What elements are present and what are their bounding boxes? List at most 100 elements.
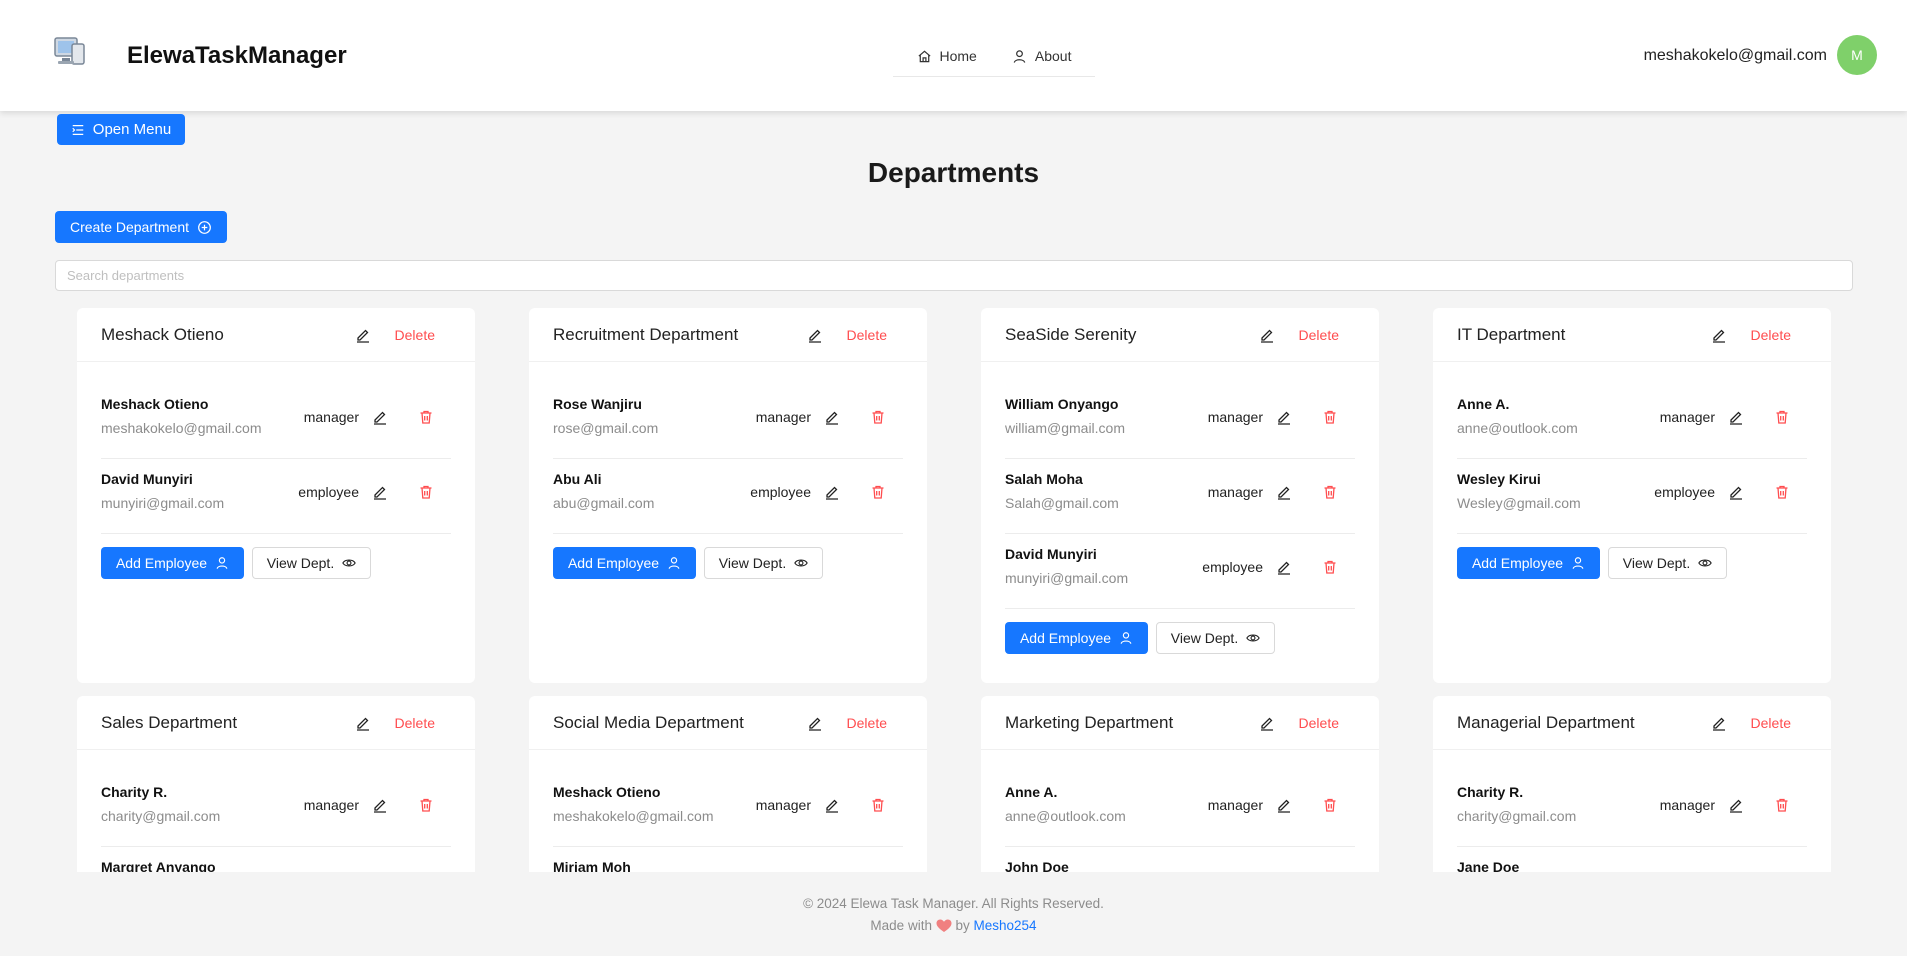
- department-name: Marketing Department: [1005, 712, 1174, 732]
- employee-role: manager: [303, 409, 359, 425]
- nav-item-about[interactable]: About: [1012, 48, 1072, 64]
- trash-icon[interactable]: [1322, 559, 1338, 575]
- trash-icon[interactable]: [1774, 797, 1790, 813]
- delete-department-button[interactable]: Delete: [395, 327, 435, 343]
- employee-email: munyiri@gmail.com: [1005, 570, 1129, 586]
- add-employee-button[interactable]: Add Employee: [101, 547, 244, 579]
- edit-icon[interactable]: [824, 409, 840, 425]
- trash-icon[interactable]: [418, 409, 434, 425]
- search-input[interactable]: [55, 260, 1853, 291]
- trash-icon[interactable]: [1774, 409, 1790, 425]
- edit-icon[interactable]: [372, 484, 388, 500]
- author-link[interactable]: Mesho254: [974, 918, 1037, 933]
- edit-icon[interactable]: [807, 327, 823, 343]
- department-card: Social Media Department Delete Meshack O…: [529, 696, 927, 872]
- edit-icon[interactable]: [1276, 559, 1292, 575]
- trash-icon[interactable]: [870, 797, 886, 813]
- delete-department-button[interactable]: Delete: [1299, 715, 1339, 731]
- edit-icon[interactable]: [1711, 327, 1727, 343]
- edit-icon[interactable]: [1728, 484, 1744, 500]
- edit-icon[interactable]: [1259, 715, 1275, 731]
- add-employee-button[interactable]: Add Employee: [1457, 547, 1600, 579]
- edit-icon[interactable]: [1276, 484, 1292, 500]
- edit-icon[interactable]: [824, 797, 840, 813]
- edit-icon[interactable]: [1276, 409, 1292, 425]
- nav-label-about: About: [1034, 48, 1072, 64]
- create-department-label: Create Department: [69, 219, 190, 235]
- edit-icon[interactable]: [1728, 797, 1744, 813]
- trash-icon[interactable]: [870, 484, 886, 500]
- trash-icon[interactable]: [418, 484, 434, 500]
- trash-icon[interactable]: [1322, 409, 1338, 425]
- delete-department-button[interactable]: Delete: [1751, 715, 1791, 731]
- add-employee-button[interactable]: Add Employee: [1005, 622, 1148, 654]
- add-employee-label: Add Employee: [1471, 555, 1564, 571]
- delete-department-button[interactable]: Delete: [395, 715, 435, 731]
- edit-icon[interactable]: [1728, 409, 1744, 425]
- edit-icon[interactable]: [372, 409, 388, 425]
- edit-icon[interactable]: [1276, 797, 1292, 813]
- avatar[interactable]: M: [1837, 35, 1877, 75]
- departments-grid[interactable]: Meshack Otieno Delete Meshack Otieno mes…: [0, 305, 1907, 872]
- employee-name: Jane Doe: [1457, 859, 1520, 872]
- employee-name: Charity R.: [1457, 784, 1524, 800]
- employee-name: William Onyango: [1005, 396, 1119, 412]
- card-header: Meshack Otieno Delete: [77, 308, 475, 362]
- edit-icon[interactable]: [1711, 715, 1727, 731]
- nav-item-home[interactable]: Home: [917, 48, 977, 64]
- footer-credit: Made with by Mesho254: [0, 915, 1907, 937]
- card-header: SeaSide Serenity Delete: [981, 308, 1379, 362]
- list-item: Meshack Otieno meshakokelo@gmail.com man…: [101, 384, 451, 459]
- delete-department-button[interactable]: Delete: [1751, 327, 1791, 343]
- open-menu-button[interactable]: Open Menu: [57, 114, 185, 145]
- trash-icon[interactable]: [1322, 797, 1338, 813]
- edit-icon[interactable]: [824, 484, 840, 500]
- employee-name: Anne A.: [1457, 396, 1510, 412]
- edit-icon[interactable]: [1259, 327, 1275, 343]
- footer-copyright: © 2024 Elewa Task Manager. All Rights Re…: [803, 896, 1104, 911]
- edit-icon[interactable]: [807, 715, 823, 731]
- employee-email: Salah@gmail.com: [1005, 495, 1119, 511]
- list-item: John Doe: [1005, 847, 1355, 872]
- add-employee-button[interactable]: Add Employee: [553, 547, 696, 579]
- list-item: Wesley Kirui Wesley@gmail.com employee: [1457, 459, 1807, 534]
- list-item: Margret Anyango: [101, 847, 451, 872]
- employee-name: Meshack Otieno: [101, 396, 209, 412]
- view-department-button[interactable]: View Dept.: [1156, 622, 1275, 654]
- plus-circle-icon: [198, 220, 211, 234]
- heart-icon: [936, 919, 952, 933]
- department-name: SeaSide Serenity: [1005, 324, 1137, 344]
- department-name: IT Department: [1457, 324, 1566, 344]
- department-card: Recruitment Department Delete Rose Wanji…: [529, 308, 927, 683]
- edit-icon[interactable]: [372, 797, 388, 813]
- view-department-label: View Dept.: [718, 555, 787, 571]
- employee-email: meshakokelo@gmail.com: [101, 420, 262, 436]
- trash-icon[interactable]: [1774, 484, 1790, 500]
- view-department-button[interactable]: View Dept.: [1608, 547, 1727, 579]
- employee-email: anne@outlook.com: [1457, 420, 1578, 436]
- department-name: Recruitment Department: [553, 324, 739, 344]
- trash-icon[interactable]: [418, 797, 434, 813]
- edit-icon[interactable]: [355, 327, 371, 343]
- view-department-label: View Dept.: [266, 555, 335, 571]
- employee-role: manager: [303, 797, 359, 813]
- delete-department-button[interactable]: Delete: [847, 715, 887, 731]
- delete-department-button[interactable]: Delete: [1299, 327, 1339, 343]
- employee-name: John Doe: [1005, 859, 1069, 872]
- delete-department-button[interactable]: Delete: [847, 327, 887, 343]
- nav-label-home: Home: [939, 48, 977, 64]
- view-department-button[interactable]: View Dept.: [252, 547, 371, 579]
- employee-email: charity@gmail.com: [1457, 808, 1577, 824]
- employee-role: employee: [750, 484, 811, 500]
- employee-role: manager: [1207, 484, 1263, 500]
- edit-icon[interactable]: [355, 715, 371, 731]
- card-header: Marketing Department Delete: [981, 696, 1379, 750]
- employee-email: charity@gmail.com: [101, 808, 221, 824]
- view-department-button[interactable]: View Dept.: [704, 547, 823, 579]
- app-logo-icon[interactable]: [52, 34, 88, 70]
- trash-icon[interactable]: [1322, 484, 1338, 500]
- employee-email: rose@gmail.com: [553, 420, 659, 436]
- trash-icon[interactable]: [870, 409, 886, 425]
- app-brand[interactable]: ElewaTaskManager: [127, 42, 347, 70]
- create-department-button[interactable]: Create Department: [55, 211, 227, 243]
